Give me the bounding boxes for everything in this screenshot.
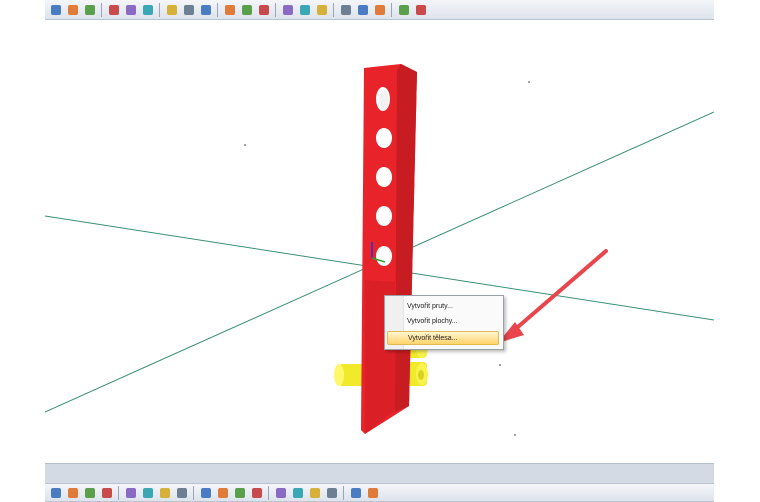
node-dot <box>514 434 516 436</box>
generate-icon[interactable] <box>164 2 179 17</box>
delete-icon[interactable] <box>215 485 230 500</box>
red-plate[interactable] <box>361 64 417 434</box>
formula-icon[interactable] <box>324 485 339 500</box>
model-icon[interactable] <box>82 2 97 17</box>
toolbar-separator <box>193 485 194 500</box>
table-icon[interactable] <box>140 2 155 17</box>
toolbar-separator <box>275 2 276 17</box>
cut-icon[interactable] <box>232 485 247 500</box>
report-icon[interactable] <box>307 485 322 500</box>
select-icon[interactable] <box>338 2 353 17</box>
globe-icon[interactable] <box>140 485 155 500</box>
render-icon[interactable] <box>65 2 80 17</box>
menu-item-create-members[interactable]: Vytvořit pruty... <box>387 300 499 314</box>
status-strip <box>45 463 714 484</box>
mesh-icon[interactable] <box>314 2 329 17</box>
node-icon[interactable] <box>181 2 196 17</box>
display-icon[interactable] <box>396 2 411 17</box>
line-icon[interactable] <box>198 2 213 17</box>
node-dot <box>499 364 501 366</box>
view-icon[interactable] <box>48 2 63 17</box>
node-dot <box>528 81 530 83</box>
paste-icon[interactable] <box>249 485 264 500</box>
toolbar-separator <box>343 485 344 500</box>
toolbar-separator <box>101 2 102 17</box>
toolbar-separator <box>333 2 334 17</box>
excel-icon[interactable] <box>290 485 305 500</box>
surface-icon[interactable] <box>222 2 237 17</box>
redo-icon[interactable] <box>82 485 97 500</box>
move-icon[interactable] <box>198 485 213 500</box>
snap-icon[interactable] <box>99 485 114 500</box>
toolbar-separator <box>217 2 218 17</box>
wizard-icon[interactable] <box>123 2 138 17</box>
layer-icon[interactable] <box>273 485 288 500</box>
table-icon[interactable] <box>174 485 189 500</box>
rotate-icon[interactable] <box>372 2 387 17</box>
top-toolbar <box>45 0 714 20</box>
undo-icon[interactable] <box>65 485 80 500</box>
viewport-canvas <box>44 64 715 436</box>
load-icon[interactable] <box>297 2 312 17</box>
menu-item-create-solids[interactable]: Vytvořit tělesa... <box>387 331 499 345</box>
toolbar-separator <box>159 2 160 17</box>
grid-icon[interactable] <box>123 485 138 500</box>
bottom-toolbar <box>45 483 714 502</box>
menu-item-create-surfaces[interactable]: Vytvořit plochy... <box>387 315 499 329</box>
calendar-icon[interactable] <box>48 485 63 500</box>
toolbar-separator <box>268 485 269 500</box>
model-viewport[interactable] <box>44 20 715 463</box>
annotation-arrow <box>498 249 608 343</box>
support-icon[interactable] <box>256 2 271 17</box>
context-menu: Vytvořit pruty... Vytvořit plochy... Vyt… <box>384 295 504 350</box>
result-icon[interactable] <box>413 2 428 17</box>
solid-icon[interactable] <box>239 2 254 17</box>
function-icon[interactable] <box>348 485 363 500</box>
toolbar-separator <box>118 485 119 500</box>
zoom-icon[interactable] <box>355 2 370 17</box>
node-dot <box>244 144 246 146</box>
members-icon[interactable] <box>106 2 121 17</box>
toolbar-separator <box>391 2 392 17</box>
hinge-icon[interactable] <box>280 2 295 17</box>
settings-icon[interactable] <box>365 485 380 500</box>
frame-icon[interactable] <box>157 485 172 500</box>
